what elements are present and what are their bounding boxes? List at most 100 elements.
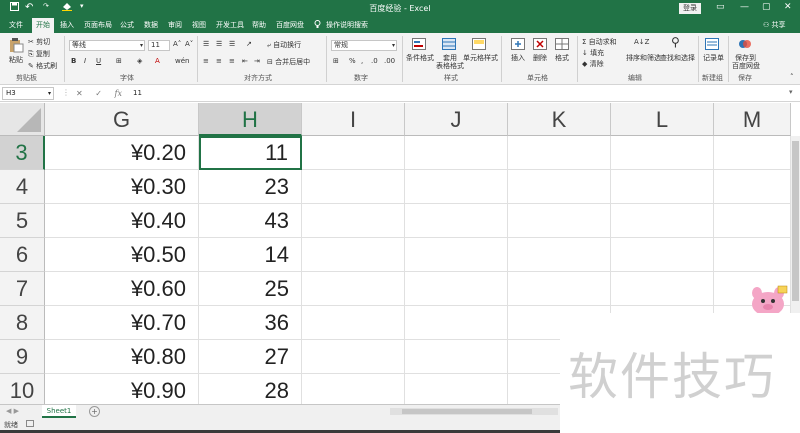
conditional-format-icon[interactable]: [412, 38, 426, 50]
column-header-m[interactable]: M: [714, 103, 791, 136]
formula-input[interactable]: 11: [133, 89, 142, 97]
font-size-select[interactable]: 11: [148, 40, 170, 51]
minimize-icon[interactable]: —: [740, 2, 749, 12]
form-icon[interactable]: [705, 38, 719, 50]
copy-button[interactable]: ⎘ 复制: [28, 49, 50, 59]
format-painter-button[interactable]: ✎ 格式刷: [28, 61, 57, 71]
grid-cell[interactable]: [405, 306, 508, 340]
grid-cell[interactable]: [405, 238, 508, 272]
format-cells-icon[interactable]: [555, 38, 569, 50]
collapse-ribbon-icon[interactable]: ˄: [790, 73, 794, 81]
align-center-icon[interactable]: ≡: [216, 57, 222, 65]
cancel-icon[interactable]: ✕: [76, 89, 83, 98]
sheet-tab-sheet1[interactable]: Sheet1: [42, 405, 76, 418]
indent-increase-icon[interactable]: ⇥: [254, 57, 260, 65]
grid-cell[interactable]: [405, 204, 508, 238]
align-left-icon[interactable]: ≡: [203, 57, 209, 65]
align-right-icon[interactable]: ≡: [229, 57, 235, 65]
maximize-icon[interactable]: ▢: [762, 2, 771, 12]
grid-cell[interactable]: [714, 238, 791, 272]
grid-cell[interactable]: [405, 272, 508, 306]
login-button[interactable]: 登录: [679, 3, 701, 14]
drag-handle-icon[interactable]: ⋮: [62, 88, 70, 97]
tab-data[interactable]: 数据: [144, 20, 158, 30]
column-header-g[interactable]: G: [45, 103, 199, 136]
comma-icon[interactable]: ,: [361, 57, 363, 65]
tab-baidu-pan[interactable]: 百度网盘: [276, 20, 304, 30]
row-header[interactable]: 3: [0, 136, 45, 170]
grid-cell[interactable]: 14: [199, 238, 302, 272]
grid-cell[interactable]: ¥0.60: [45, 272, 199, 306]
tab-file[interactable]: 文件: [9, 20, 23, 30]
column-header-l[interactable]: L: [611, 103, 714, 136]
currency-icon[interactable]: ⊞: [333, 57, 339, 65]
grid-cell[interactable]: [508, 204, 611, 238]
grid-cell[interactable]: [611, 170, 714, 204]
paste-button[interactable]: 粘贴: [9, 55, 23, 65]
format-as-table-icon[interactable]: [442, 38, 456, 50]
grid-cell[interactable]: [405, 136, 508, 170]
tab-formulas[interactable]: 公式: [120, 20, 134, 30]
tab-help[interactable]: 帮助: [252, 20, 266, 30]
sheet-nav-arrows[interactable]: ◀ ▶: [6, 407, 19, 415]
scroll-thumb[interactable]: [402, 409, 532, 414]
tab-view[interactable]: 视图: [192, 20, 206, 30]
row-header[interactable]: 6: [0, 238, 45, 272]
grid-cell[interactable]: [508, 170, 611, 204]
grid-cell[interactable]: [611, 272, 714, 306]
grid-cell[interactable]: 36: [199, 306, 302, 340]
grid-cell[interactable]: ¥0.40: [45, 204, 199, 238]
selected-cell[interactable]: 11: [199, 136, 302, 170]
grid-cell[interactable]: [302, 374, 405, 404]
insert-cells-icon[interactable]: [511, 38, 525, 50]
decrease-decimal-icon[interactable]: .00: [384, 57, 395, 65]
cell-styles-button[interactable]: 单元格样式: [463, 53, 498, 63]
insert-function-icon[interactable]: fx: [115, 89, 122, 98]
delete-button[interactable]: 删除: [533, 53, 547, 63]
enter-icon[interactable]: ✓: [95, 89, 102, 98]
cell-styles-icon[interactable]: [472, 38, 486, 50]
add-sheet-icon[interactable]: +: [89, 406, 100, 417]
column-header-j[interactable]: J: [405, 103, 508, 136]
row-header[interactable]: 5: [0, 204, 45, 238]
grid-cell[interactable]: 28: [199, 374, 302, 404]
grid-cell[interactable]: [508, 136, 611, 170]
grid-cell[interactable]: ¥0.90: [45, 374, 199, 404]
grid-cell[interactable]: [611, 204, 714, 238]
save-to-pan-line2[interactable]: 百度网盘: [732, 61, 760, 71]
column-header-h[interactable]: H: [199, 103, 302, 136]
grid-cell[interactable]: 25: [199, 272, 302, 306]
tab-insert[interactable]: 插入: [60, 20, 74, 30]
grid-cell[interactable]: 23: [199, 170, 302, 204]
grid-cell[interactable]: ¥0.30: [45, 170, 199, 204]
magnifier-icon[interactable]: ⚲: [671, 35, 680, 49]
row-header[interactable]: 7: [0, 272, 45, 306]
grid-cell[interactable]: [508, 238, 611, 272]
phonetic-icon[interactable]: wén: [175, 57, 189, 65]
decrease-font-icon[interactable]: A˅: [185, 40, 193, 48]
align-bottom-icon[interactable]: ☰: [229, 40, 235, 48]
grid-cell[interactable]: [714, 136, 791, 170]
percent-icon[interactable]: %: [349, 57, 356, 65]
align-top-icon[interactable]: ☰: [203, 40, 209, 48]
share-button[interactable]: ⚇ 共享: [763, 20, 786, 30]
fill-color-icon[interactable]: ◈: [137, 57, 142, 65]
horizontal-scrollbar[interactable]: [390, 408, 558, 415]
grid-cell[interactable]: [611, 238, 714, 272]
grid-cell[interactable]: [302, 340, 405, 374]
sort-filter-icon[interactable]: A↓Z: [634, 38, 649, 46]
grid-cell[interactable]: [302, 136, 405, 170]
row-header[interactable]: 8: [0, 306, 45, 340]
tab-review[interactable]: 审阅: [168, 20, 182, 30]
merge-center-button[interactable]: ⊟ 合并后居中: [267, 57, 310, 67]
find-select-button[interactable]: 查找和选择: [660, 53, 695, 63]
tab-page-layout[interactable]: 页面布局: [84, 20, 112, 30]
grid-cell[interactable]: 27: [199, 340, 302, 374]
expand-formula-icon[interactable]: ▾: [789, 88, 793, 96]
format-as-table-line2[interactable]: 表格格式: [436, 61, 464, 71]
align-middle-icon[interactable]: ☰: [216, 40, 222, 48]
column-header-k[interactable]: K: [508, 103, 611, 136]
cut-button[interactable]: ✂ 剪切: [28, 37, 50, 47]
close-icon[interactable]: ✕: [784, 2, 792, 12]
increase-decimal-icon[interactable]: .0: [371, 57, 378, 65]
